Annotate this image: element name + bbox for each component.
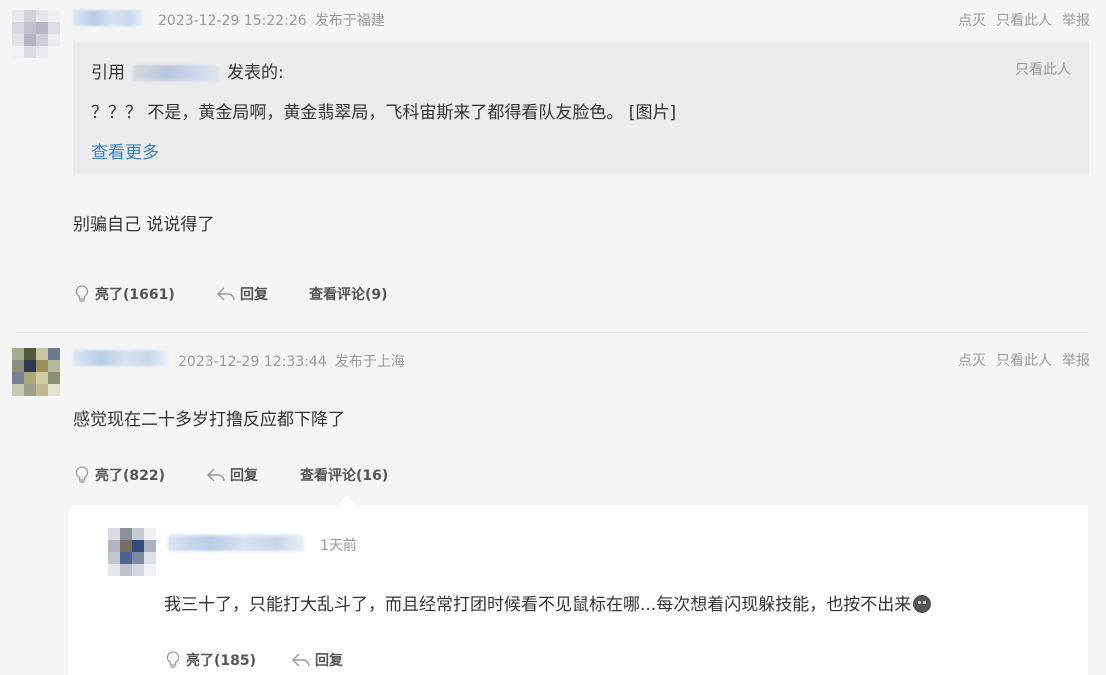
- reply-time: 1天前: [320, 538, 357, 554]
- quote-title: 引用 发表的:: [91, 58, 284, 83]
- dislike-button[interactable]: 点灭: [958, 13, 986, 29]
- reply-text: 我三十了，只能打大乱斗了，而且经常打团时候看不见鼠标在哪...每次想着闪现躲技能…: [164, 595, 912, 615]
- post-divider: [16, 332, 1088, 333]
- view-comments-button[interactable]: 查看评论(16): [300, 465, 388, 485]
- avatar[interactable]: [108, 528, 156, 576]
- username[interactable]: [73, 350, 168, 366]
- username[interactable]: [168, 535, 304, 551]
- sad-face-icon: [913, 595, 932, 613]
- like-count: 亮了(822): [95, 468, 166, 484]
- sub-reply-box: 1天前 我三十了，只能打大乱斗了，而且经常打团时候看不见鼠标在哪...每次想着闪…: [69, 505, 1088, 675]
- post-location: 发布于福建: [314, 13, 385, 29]
- only-this-user-button[interactable]: 只看此人: [996, 353, 1052, 369]
- like-button[interactable]: 亮了(822): [73, 465, 165, 485]
- quote-prefix: 引用: [91, 63, 125, 83]
- reply-button[interactable]: 回复: [291, 650, 343, 670]
- username[interactable]: [73, 10, 143, 26]
- post-location: 发布于上海: [334, 354, 405, 370]
- view-comments-label: 查看评论(9): [309, 287, 388, 303]
- lightbulb-icon: [75, 466, 89, 483]
- reply-arrow-icon: [217, 287, 235, 301]
- post-meta: 2023-12-29 12:33:44 发布于上海: [178, 351, 405, 371]
- only-this-user-button[interactable]: 只看此人: [996, 13, 1052, 29]
- view-comments-label: 查看评论(16): [300, 468, 389, 484]
- avatar[interactable]: [12, 10, 60, 58]
- post-content: 别骗自己 说说得了: [73, 215, 215, 235]
- post-ops: 点灭 只看此人 举报: [948, 350, 1090, 370]
- reply-button[interactable]: 回复: [216, 284, 268, 304]
- like-count: 亮了(185): [186, 653, 257, 669]
- reply-arrow-icon: [207, 468, 225, 482]
- post-timestamp: 2023-12-29 12:33:44: [178, 354, 327, 370]
- like-button[interactable]: 亮了(185): [164, 650, 256, 670]
- reply-arrow-icon: [292, 653, 310, 667]
- lightbulb-icon: [166, 651, 180, 668]
- quote-block: 引用 发表的: 只看此人 ？？？ 不是，黄金局啊，黄金翡翠局，飞科宙斯来了都得看队…: [73, 42, 1089, 174]
- view-comments-button[interactable]: 查看评论(9): [309, 284, 388, 304]
- quoted-username[interactable]: [133, 65, 219, 81]
- reply-content: 我三十了，只能打大乱斗了，而且经常打团时候看不见鼠标在哪...每次想着闪现躲技能…: [164, 590, 932, 615]
- quote-only-this-user[interactable]: 只看此人: [1015, 59, 1071, 79]
- view-more-link[interactable]: 查看更多: [91, 138, 159, 163]
- post-content: 感觉现在二十多岁打撸反应都下降了: [73, 410, 345, 430]
- post-meta: 2023-12-29 15:22:26 发布于福建: [158, 10, 385, 30]
- post-ops: 点灭 只看此人 举报: [948, 10, 1090, 30]
- quote-suffix: 发表的:: [227, 63, 284, 83]
- avatar[interactable]: [12, 348, 60, 396]
- quote-text: ？？？ 不是，黄金局啊，黄金翡翠局，飞科宙斯来了都得看队友脸色。 [图片]: [91, 103, 677, 123]
- reply-label: 回复: [240, 287, 268, 303]
- post-timestamp: 2023-12-29 15:22:26: [158, 13, 307, 29]
- like-button[interactable]: 亮了(1661): [73, 284, 175, 304]
- lightbulb-icon: [75, 285, 89, 302]
- reply-label: 回复: [315, 653, 343, 669]
- reply-box-caret: [338, 496, 356, 505]
- report-button[interactable]: 举报: [1062, 13, 1090, 29]
- report-button[interactable]: 举报: [1062, 353, 1090, 369]
- like-count: 亮了(1661): [95, 287, 175, 303]
- dislike-button[interactable]: 点灭: [958, 353, 986, 369]
- reply-label: 回复: [230, 468, 258, 484]
- reply-button[interactable]: 回复: [206, 465, 258, 485]
